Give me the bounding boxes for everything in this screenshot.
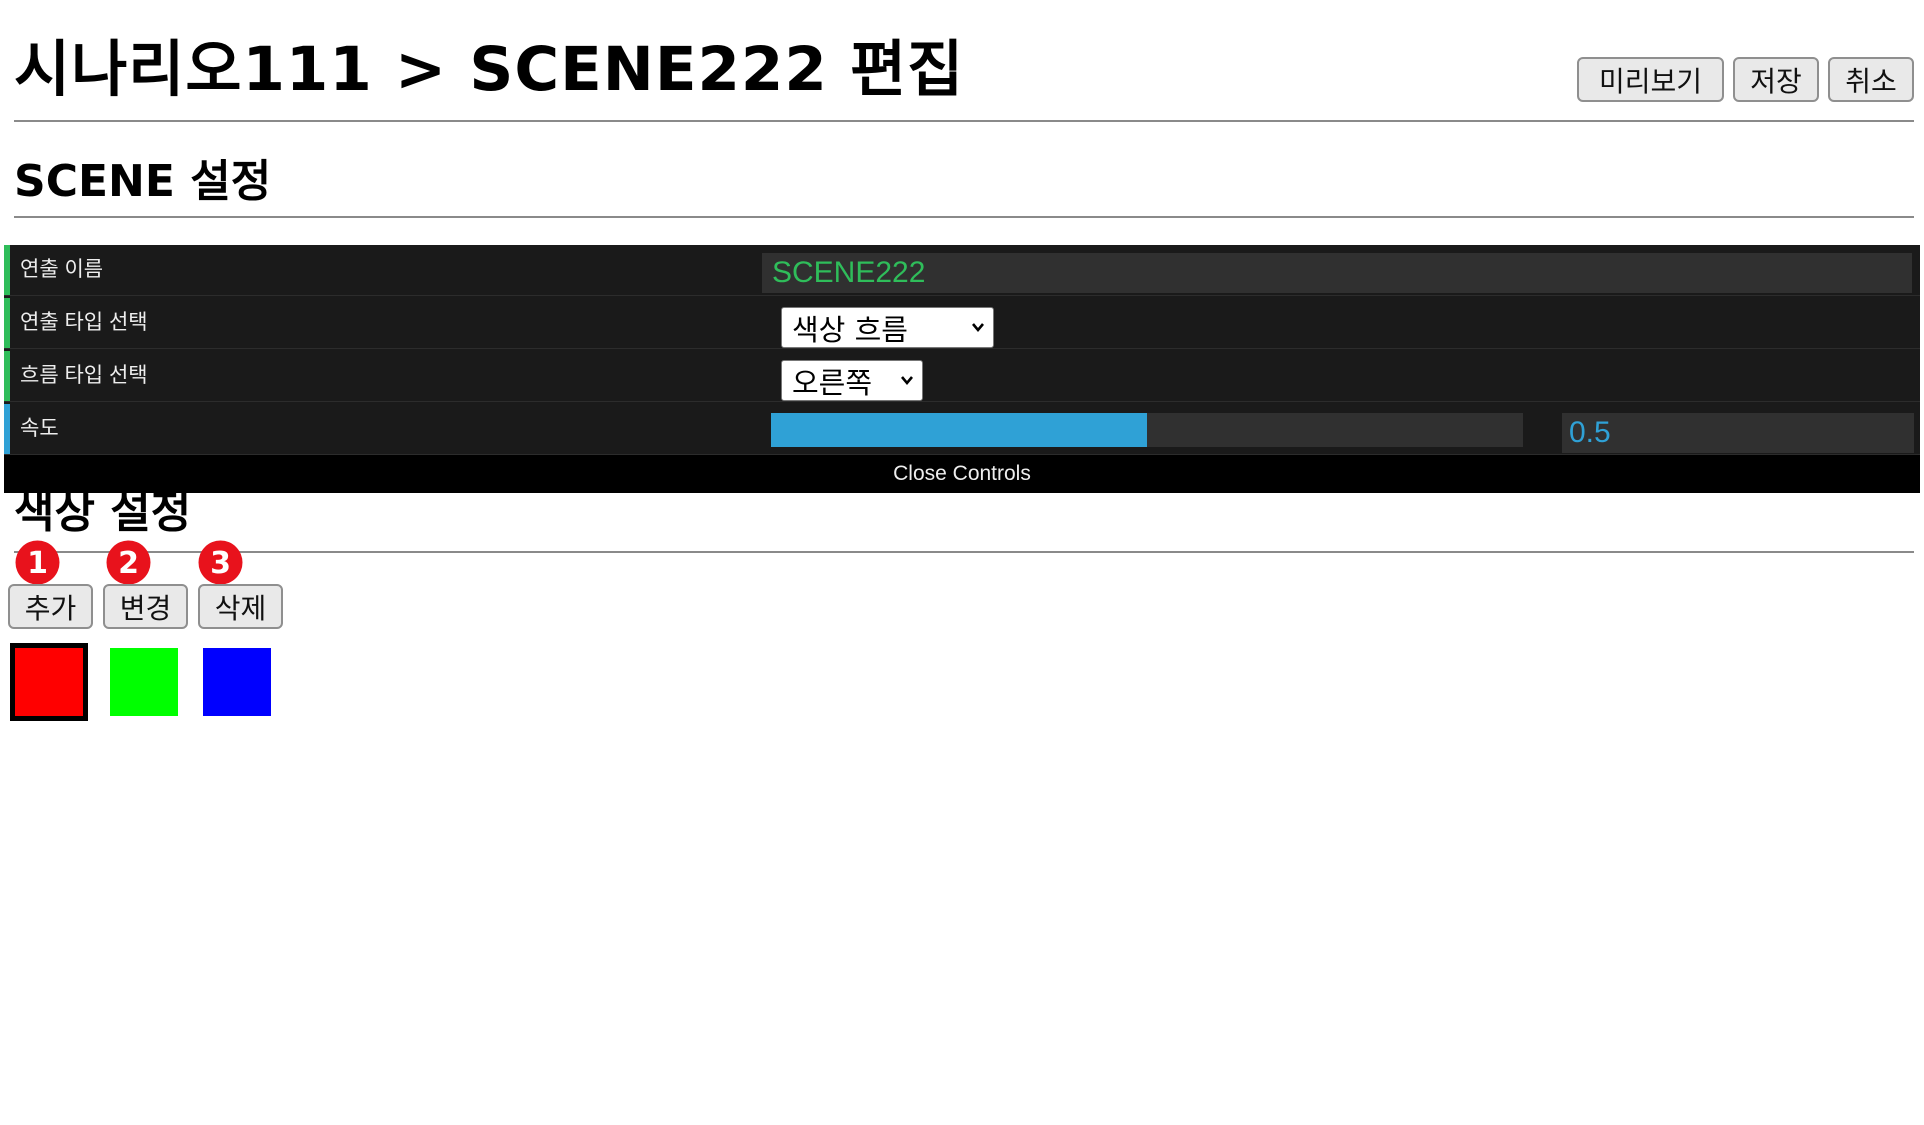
step-2-marker: 2 (106, 540, 151, 585)
step-1-marker: 1 (15, 540, 60, 585)
flow-type-row: 흐름 타입 선택 오른쪽 (4, 351, 1920, 402)
color-settings-heading: 색상 설정 (14, 487, 192, 538)
step-3-number: 3 (210, 546, 231, 581)
change-color-button[interactable]: 변경 (103, 584, 188, 629)
effect-type-row: 연출 타입 선택 색상 흐름 (4, 298, 1920, 349)
scene-name-input[interactable]: SCENE222 (762, 253, 1912, 293)
chevron-down-icon (972, 323, 984, 333)
add-color-button[interactable]: 추가 (8, 584, 93, 629)
effect-type-label: 연출 타입 선택 (20, 311, 148, 334)
color-settings-divider (14, 551, 1914, 553)
number-stripe (4, 404, 10, 454)
color-tools: 추가 변경 삭제 (8, 584, 283, 629)
controls-panel: 연출 이름 SCENE222 연출 타입 선택 색상 흐름 흐름 타입 선택 오… (4, 245, 1920, 493)
page-header: 시나리오111 > SCENE222 편집 미리보기 저장 취소 (14, 28, 1914, 122)
scene-name-row: 연출 이름 SCENE222 (4, 245, 1920, 296)
flow-type-value: 오른쪽 (792, 365, 873, 400)
chevron-down-icon (901, 376, 913, 386)
speed-slider-fill (771, 413, 1147, 447)
speed-slider[interactable] (771, 413, 1523, 447)
scene-settings-heading: SCENE 설정 (14, 156, 272, 207)
flow-type-label: 흐름 타입 선택 (20, 364, 148, 387)
preview-button[interactable]: 미리보기 (1577, 57, 1724, 102)
string-stripe (4, 245, 10, 295)
speed-input[interactable]: 0.5 (1562, 413, 1914, 453)
delete-color-button[interactable]: 삭제 (198, 584, 283, 629)
scene-name-label: 연출 이름 (20, 258, 104, 281)
speed-row: 속도 0.5 (4, 404, 1920, 455)
cancel-button[interactable]: 취소 (1828, 57, 1914, 102)
effect-type-value: 색상 흐름 (792, 312, 908, 347)
step-1-number: 1 (27, 546, 48, 581)
page-title: 시나리오111 > SCENE222 편집 (14, 34, 965, 105)
color-swatch-red[interactable] (10, 643, 88, 721)
color-swatch-blue[interactable] (203, 648, 271, 716)
step-3-marker: 3 (198, 540, 243, 585)
save-button[interactable]: 저장 (1733, 57, 1819, 102)
step-2-number: 2 (118, 546, 139, 581)
option-stripe (4, 351, 10, 401)
effect-type-select[interactable]: 색상 흐름 (781, 307, 994, 348)
speed-label: 속도 (20, 417, 59, 440)
option-stripe (4, 298, 10, 348)
flow-type-select[interactable]: 오른쪽 (781, 360, 923, 401)
close-controls-button[interactable]: Close Controls (4, 455, 1920, 493)
color-swatch-green[interactable] (110, 648, 178, 716)
header-actions: 미리보기 저장 취소 (1577, 57, 1914, 102)
scene-settings-divider (14, 216, 1914, 218)
